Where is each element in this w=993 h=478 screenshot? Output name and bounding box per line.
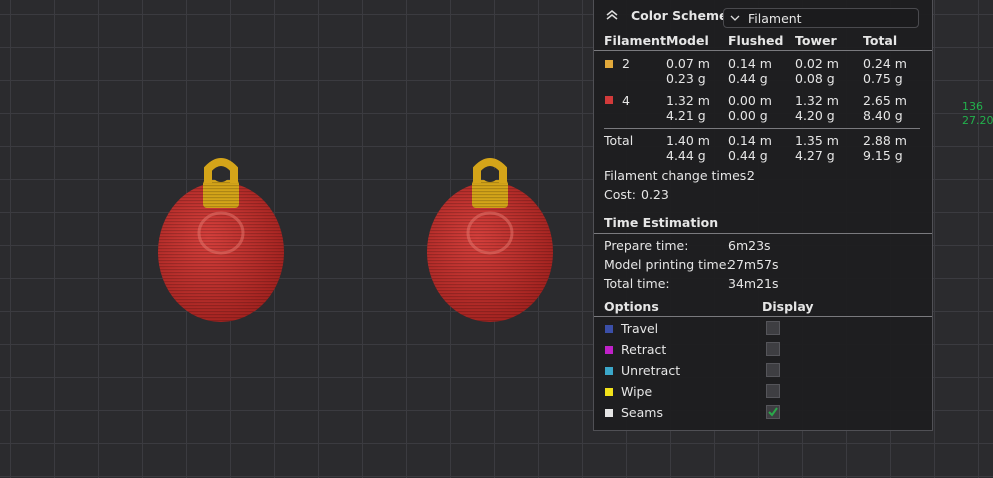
display-heading: Display — [762, 299, 814, 314]
divider — [604, 128, 920, 129]
filament-4-model: 1.32 m 4.21 g — [666, 93, 710, 123]
unretract-swatch — [605, 367, 613, 375]
gcode-legend-panel: Color Scheme Filament Filament Model Flu… — [593, 0, 933, 431]
ornament-model-1[interactable] — [155, 155, 290, 330]
option-wipe-checkbox[interactable] — [766, 384, 780, 398]
header-tower: Tower — [795, 33, 837, 48]
option-unretract-label: Unretract — [621, 363, 681, 378]
total-model: 1.40 m 4.44 g — [666, 133, 710, 163]
filament-2-swatch — [605, 60, 613, 68]
divider — [594, 50, 932, 51]
filament-4-swatch — [605, 96, 613, 104]
total-label: Total — [604, 133, 634, 148]
filament-change-label: Filament change times: — [604, 168, 751, 183]
option-unretract-checkbox[interactable] — [766, 363, 780, 377]
option-retract-label: Retract — [621, 342, 667, 357]
cost-value: 0.23 — [641, 187, 669, 202]
filament-2-tower: 0.02 m 0.08 g — [795, 56, 839, 86]
retract-swatch — [605, 346, 613, 354]
filament-4-total: 2.65 m 8.40 g — [863, 93, 907, 123]
option-seams-label: Seams — [621, 405, 663, 420]
color-scheme-label: Color Scheme — [631, 8, 728, 23]
option-wipe-label: Wipe — [621, 384, 653, 399]
option-seams-checkbox[interactable] — [766, 405, 780, 419]
total-time-value: 34m21s — [728, 276, 779, 291]
filament-4-id: 4 — [622, 93, 630, 108]
model-printing-time-label: Model printing time: — [604, 257, 731, 272]
option-travel-label: Travel — [621, 321, 659, 336]
total-flushed: 0.14 m 0.44 g — [728, 133, 772, 163]
coordinate-y: 27.20 — [962, 114, 993, 127]
checkmark-icon — [768, 407, 778, 417]
ornament-model-2[interactable] — [424, 155, 559, 330]
filament-2-model: 0.07 m 0.23 g — [666, 56, 710, 86]
filament-4-tower: 1.32 m 4.20 g — [795, 93, 839, 123]
model-printing-time-value: 27m57s — [728, 257, 779, 272]
total-total: 2.88 m 9.15 g — [863, 133, 907, 163]
chevron-down-icon — [730, 15, 740, 21]
filament-change-value: 2 — [747, 168, 755, 183]
option-retract-checkbox[interactable] — [766, 342, 780, 356]
filament-2-flushed: 0.14 m 0.44 g — [728, 56, 772, 86]
divider — [594, 233, 932, 234]
coordinate-readout: 136 27.20 — [962, 100, 993, 128]
header-total: Total — [863, 33, 898, 48]
prepare-time-label: Prepare time: — [604, 238, 689, 253]
options-heading: Options — [604, 299, 659, 314]
color-scheme-value: Filament — [748, 11, 802, 26]
coordinate-x: 136 — [962, 100, 983, 113]
wipe-swatch — [605, 388, 613, 396]
travel-swatch — [605, 325, 613, 333]
option-travel-checkbox[interactable] — [766, 321, 780, 335]
divider — [594, 316, 932, 317]
time-estimation-heading: Time Estimation — [604, 215, 719, 230]
filament-2-id: 2 — [622, 56, 630, 71]
prepare-time-value: 6m23s — [728, 238, 771, 253]
seams-swatch — [605, 409, 613, 417]
color-scheme-dropdown[interactable]: Filament — [723, 8, 919, 28]
total-tower: 1.35 m 4.27 g — [795, 133, 839, 163]
filament-2-total: 0.24 m 0.75 g — [863, 56, 907, 86]
filament-4-flushed: 0.00 m 0.00 g — [728, 93, 772, 123]
header-filament: Filament — [604, 33, 666, 48]
header-model: Model — [666, 33, 709, 48]
collapse-icon[interactable] — [605, 9, 619, 21]
total-time-label: Total time: — [604, 276, 670, 291]
header-flushed: Flushed — [728, 33, 784, 48]
cost-label: Cost: — [604, 187, 637, 202]
